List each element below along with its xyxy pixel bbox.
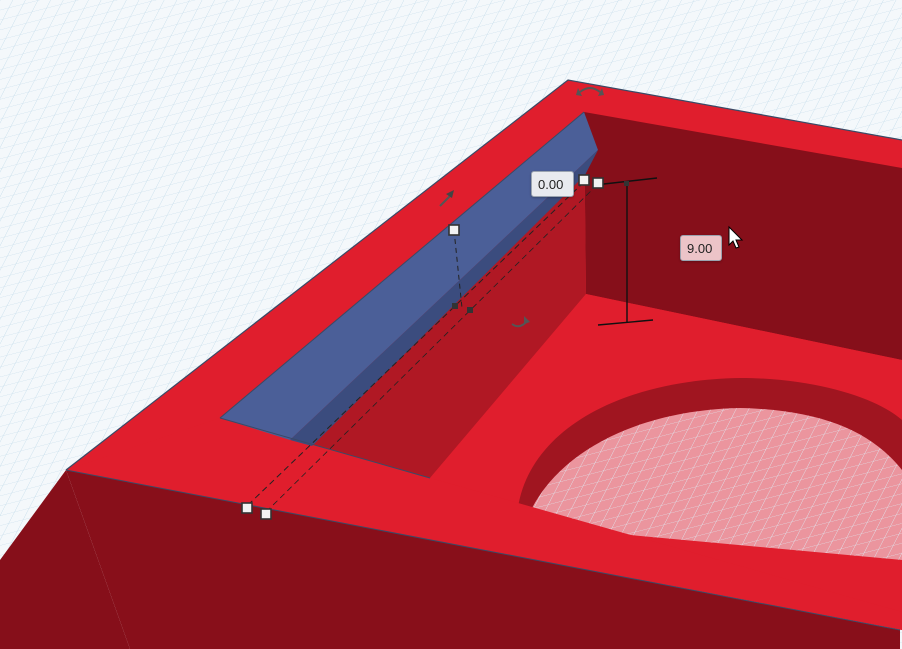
width-dimension-input[interactable]: 0.00: [531, 171, 574, 197]
resize-handle-icon[interactable]: [241, 502, 253, 514]
resize-handle-icon[interactable]: [448, 224, 460, 236]
resize-handle-icon[interactable]: [260, 508, 272, 520]
resize-handle-icon[interactable]: [624, 181, 629, 186]
resize-handle-icon[interactable]: [452, 303, 458, 309]
resize-handle-icon[interactable]: [592, 177, 604, 189]
workplane-viewport[interactable]: 0.00 9.00: [0, 0, 902, 649]
resize-handle-icon[interactable]: [578, 174, 590, 186]
height-dimension-input[interactable]: 9.00: [680, 235, 722, 261]
3d-scene[interactable]: [0, 0, 902, 649]
resize-handle-icon[interactable]: [467, 307, 473, 313]
